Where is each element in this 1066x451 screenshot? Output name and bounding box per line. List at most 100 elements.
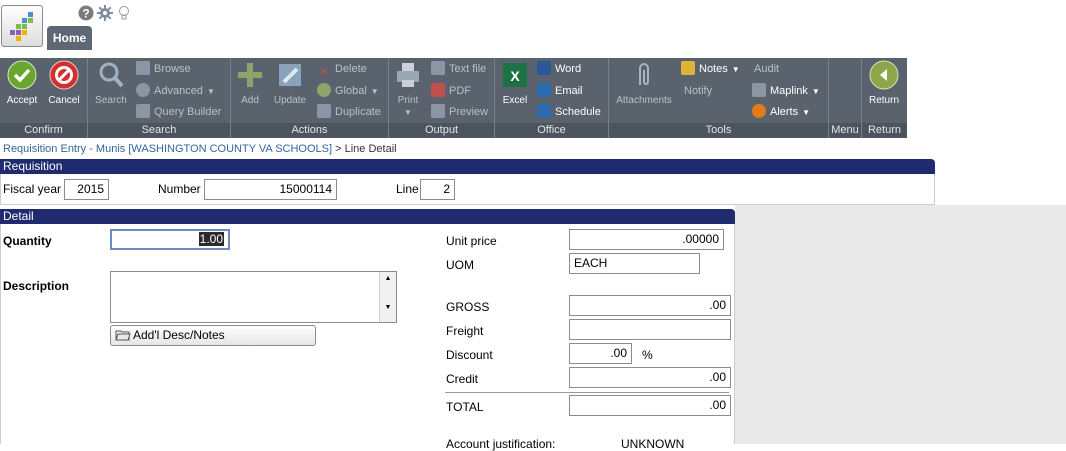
description-textarea[interactable]: ▲ ▼ [110,271,397,323]
number-label: Number [158,182,201,196]
delete-x-icon: ✕ [319,66,329,78]
fiscal-year-field[interactable]: 2015 [64,179,109,200]
add-desc-notes-label: Add'l Desc/Notes [133,328,225,342]
svg-text:X: X [510,68,520,84]
scroll-up-icon[interactable]: ▲ [380,275,396,282]
ribbon-group-return: Return Return [862,58,907,138]
pdf-label: PDF [449,85,471,97]
add-button[interactable]: Add [228,60,272,106]
text-file-button[interactable]: Text file [431,60,486,78]
preview-label: Preview [449,106,489,118]
update-button[interactable]: Update [268,60,312,106]
notify-button[interactable]: Notify [684,82,712,100]
excel-button[interactable]: X Excel [493,60,537,106]
gross-label: GROSS [446,300,490,314]
pencil-icon [279,64,301,86]
discount-field[interactable]: .00 [569,343,632,364]
ribbon-group-label: Return [862,123,907,138]
cancel-button[interactable]: Cancel [42,60,86,106]
search-button[interactable]: Search [89,60,133,106]
number-field[interactable]: 15000114 [204,179,337,200]
lightbulb-icon[interactable] [118,5,134,21]
unit-price-field[interactable]: .00000 [569,229,724,250]
folder-open-icon [115,328,131,341]
credit-field[interactable]: .00 [569,367,731,388]
ribbon-group-output: Print ▼ Text file PDF Preview Output [389,58,495,138]
uom-field[interactable]: EACH [569,253,700,274]
gross-field[interactable]: .00 [569,295,731,316]
chevron-down-icon: ▼ [802,108,811,117]
ribbon-group-label: Tools [609,123,828,138]
ribbon-group-tools: Attachments Notes ▼ Notify Audit Maplink ▼… [609,58,829,138]
breadcrumb: Requisition Entry - Munis [WASHINGTON CO… [3,143,397,155]
maplink-label: Maplink [770,85,808,97]
breadcrumb-link[interactable]: Requisition Entry - Munis [WASHINGTON CO… [3,143,332,155]
preview-button[interactable]: Preview [431,103,488,121]
globe-icon [317,83,331,97]
audit-label: Audit [754,63,780,75]
notes-icon [681,61,695,75]
browse-button[interactable]: Browse [136,60,191,78]
attachments-button[interactable]: Attachments [614,60,674,106]
maplink-button[interactable]: Maplink ▼ [752,82,820,100]
notes-button[interactable]: Notes ▼ [681,60,740,78]
description-scrollbar[interactable]: ▲ ▼ [379,272,396,322]
duplicate-label: Duplicate [335,106,381,118]
query-builder-label: Query Builder [154,106,222,118]
email-button[interactable]: Email [537,82,583,100]
attachments-label: Attachments [616,95,672,106]
text-file-icon [431,61,445,75]
accept-button[interactable]: Accept [0,60,44,106]
requisition-header: Requisition [0,159,935,174]
breadcrumb-separator: > [335,143,342,155]
scroll-down-icon[interactable]: ▼ [380,304,396,311]
tab-home[interactable]: Home [47,26,92,50]
alerts-button[interactable]: Alerts ▼ [752,103,810,121]
top-bar: ? Home [0,0,1066,58]
ribbon-group-office: X Excel Word Email Schedule Office [495,58,609,138]
paperclip-icon [639,63,649,85]
line-label: Line [396,182,419,196]
notes-label: Notes [699,63,728,75]
detail-header: Detail [0,209,735,224]
total-field[interactable]: .00 [569,395,731,416]
word-button[interactable]: Word [537,60,581,78]
schedule-button[interactable]: Schedule [537,103,601,121]
svg-text:?: ? [82,7,89,21]
line-field[interactable]: 2 [420,179,455,200]
text-file-label: Text file [449,63,487,75]
freight-label: Freight [446,324,484,338]
browse-label: Browse [154,63,191,75]
chevron-down-icon: ▼ [811,87,820,96]
alerts-label: Alerts [770,106,799,118]
credit-label: Credit [446,372,479,386]
advanced-button[interactable]: Advanced ▼ [136,82,215,100]
description-label: Description [3,279,70,293]
accept-label: Accept [6,95,38,106]
pdf-button[interactable]: PDF [431,82,471,100]
add-desc-notes-button[interactable]: Add'l Desc/Notes [110,325,316,346]
email-icon [537,83,551,97]
question-circle-icon[interactable]: ? [78,5,94,21]
gear-icon[interactable] [97,5,113,21]
global-button[interactable]: Global ▼ [317,82,379,100]
advanced-label: Advanced [154,85,203,97]
ribbon-group-menu[interactable]: Menu [829,58,862,138]
query-builder-button[interactable]: Query Builder [136,103,221,121]
global-label: Global [335,85,367,97]
printer-icon [397,63,419,87]
magnifier-icon [99,62,124,88]
back-arrow-icon [869,60,899,90]
delete-button[interactable]: ✕ Delete [317,60,366,78]
duplicate-button[interactable]: Duplicate [317,103,381,121]
return-button[interactable]: Return [862,60,906,106]
breadcrumb-current: Line Detail [344,143,397,155]
audit-button[interactable]: Audit [754,60,779,78]
plus-icon [238,63,262,87]
detail-panel: Quantity 1.00 Description ▲ ▼ Add'l Desc… [0,224,735,451]
print-button[interactable]: Print ▼ [386,60,430,117]
quantity-field[interactable]: 1.00 [110,229,230,250]
app-logo[interactable] [1,5,43,47]
freight-field[interactable] [569,319,731,340]
ribbon-toolbar: Accept Cancel Confirm Search Browse Adva… [0,58,907,138]
